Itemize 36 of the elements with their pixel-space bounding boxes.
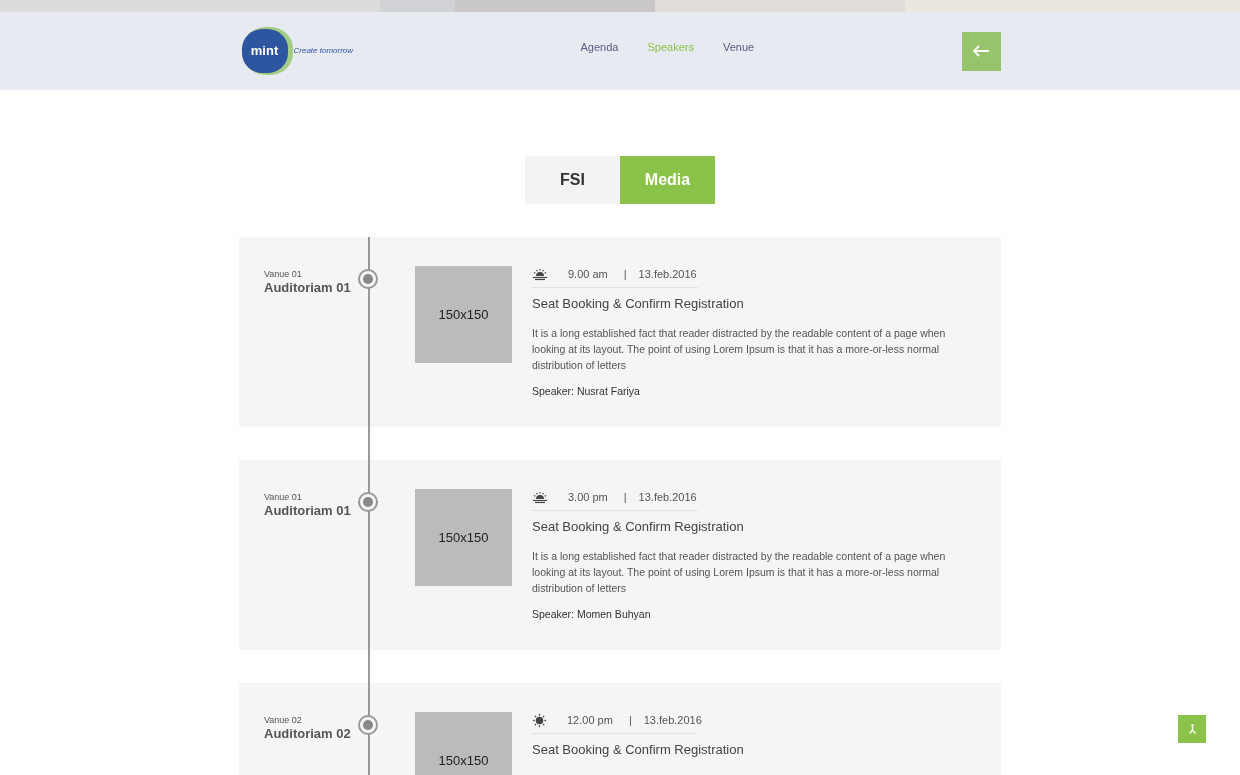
separator: | [623, 267, 627, 282]
back-button[interactable] [961, 31, 1001, 71]
venue-label: Vanue 01 [264, 491, 303, 503]
image-size-label: 150x150 [438, 305, 489, 324]
room-name: Auditoriam 01 [264, 280, 352, 296]
scroll-top-button[interactable] [1178, 715, 1206, 743]
speaker-name: Speaker: Momen Buhyan [532, 607, 652, 622]
session-title: Seat Booking & Confirm Registration [532, 517, 745, 536]
separator: | [628, 713, 632, 728]
sunrise-icon [532, 267, 548, 281]
tab[interactable]: FSI [525, 156, 620, 204]
session-time: 9.00 am [568, 267, 608, 282]
person-icon [1187, 724, 1197, 734]
session-description: It is a long established fact that reader distracted by the readable content of a page when looking at its layout. The point of using Lorem Ipsum is that it has a more-or-less normal distribution of letters [532, 326, 947, 373]
session-date: 13.feb.2016 [638, 490, 697, 505]
arrow-left-icon [972, 45, 990, 57]
room-name: Auditoriam 01 [264, 503, 352, 519]
session-title: Seat Booking & Confirm Registration [532, 740, 745, 759]
logo[interactable]: mint Create tomorrow [239, 27, 440, 75]
speaker-name: Speaker: Nusrat Fariya [532, 384, 641, 399]
sun-icon [532, 712, 547, 728]
session-time: 3.00 pm [568, 490, 608, 505]
venue-label: Vanue 02 [264, 714, 303, 726]
session-description: It is a long established fact that reader distracted by the readable content of a page when looking at its layout. The point of using Lorem Ipsum is that it has a more-or-less normal distribution of letters [532, 549, 947, 596]
sunrise-icon [532, 490, 548, 504]
session-date: 13.feb.2016 [638, 267, 697, 282]
session-title: Seat Booking & Confirm Registration [532, 294, 745, 313]
nav-link[interactable]: Agenda [580, 38, 619, 56]
session-date: 13.feb.2016 [643, 713, 702, 728]
venue-label: Vanue 01 [264, 268, 303, 280]
image-size-label: 150x150 [438, 751, 489, 770]
separator: | [623, 490, 627, 505]
nav-link[interactable]: Venue [722, 38, 755, 56]
session-time: 12.00 pm [567, 713, 613, 728]
image-size-label: 150x150 [438, 528, 489, 547]
room-name: Auditoriam 02 [264, 726, 352, 742]
